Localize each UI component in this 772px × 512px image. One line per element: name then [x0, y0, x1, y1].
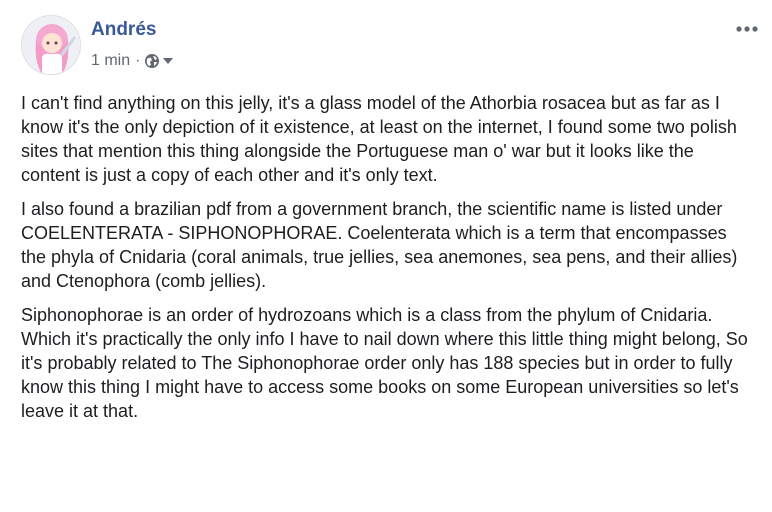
audience-selector[interactable]: [144, 53, 174, 69]
post: Andrés 1 min · I can't find anything on …: [0, 0, 772, 512]
globe-icon: [144, 53, 160, 69]
chevron-down-icon: [163, 57, 174, 65]
author-name[interactable]: Andrés: [91, 18, 156, 42]
meta-separator: ·: [135, 52, 141, 69]
post-body: I can't find anything on this jelly, it'…: [21, 91, 751, 433]
post-paragraph: I can't find anything on this jelly, it'…: [21, 93, 737, 185]
more-options-button[interactable]: [733, 19, 761, 39]
post-meta: 1 min ·: [91, 51, 174, 71]
post-paragraph: Siphonophorae is an order of hydrozoans …: [21, 305, 748, 421]
ellipsis-icon: [733, 19, 761, 39]
post-paragraph: I also found a brazilian pdf from a gove…: [21, 199, 738, 291]
avatar[interactable]: [21, 15, 81, 75]
timestamp[interactable]: 1 min: [91, 51, 130, 71]
post-header: Andrés 1 min ·: [21, 15, 761, 75]
